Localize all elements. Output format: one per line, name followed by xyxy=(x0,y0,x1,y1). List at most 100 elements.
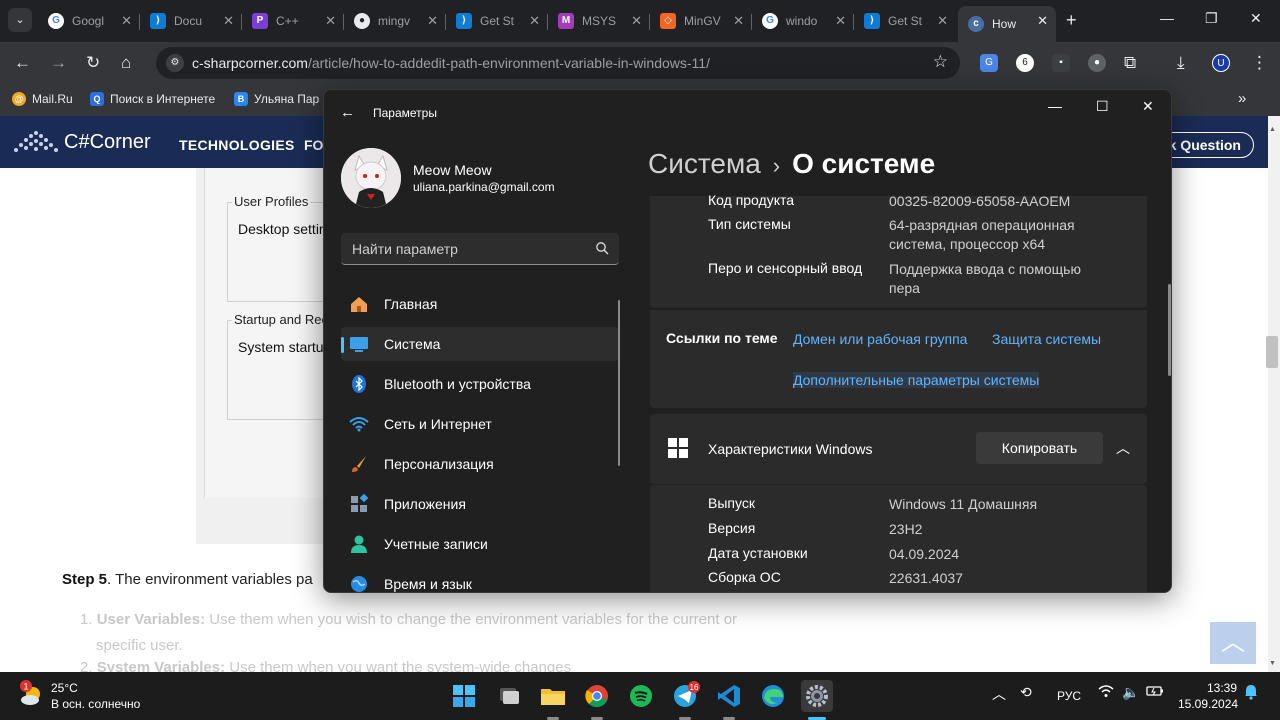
clock-time[interactable]: 13:39 xyxy=(1207,681,1237,695)
battery-icon[interactable] xyxy=(1146,684,1164,701)
link-advanced-system-settings[interactable]: Дополнительные параметры системы xyxy=(793,372,1040,388)
close-icon[interactable]: ✕ xyxy=(1250,10,1262,27)
copy-button[interactable]: Копировать xyxy=(976,432,1103,464)
taskbar-telegram[interactable]: 16 xyxy=(669,680,701,712)
chevron-up-icon[interactable]: ︿ xyxy=(1116,438,1130,458)
nav-item-bluetooth[interactable]: Bluetooth и устройства xyxy=(341,367,619,401)
browser-tab[interactable]: ⟩ Get St ✕ xyxy=(446,6,548,36)
wifi-icon[interactable] xyxy=(1098,684,1114,701)
bookmark-vk[interactable]: В Ульяна Пар xyxy=(234,92,319,106)
translate-extension-icon[interactable]: G xyxy=(980,54,998,72)
site-logo[interactable]: C#Corner xyxy=(10,128,151,156)
spec-value: Windows 11 Домашняя xyxy=(889,496,1038,512)
browser-tab[interactable]: G Googl ✕ xyxy=(38,6,140,36)
tab-close-icon[interactable]: ✕ xyxy=(733,13,744,29)
nav-item-accounts[interactable]: Учетные записи xyxy=(341,527,619,561)
sync-icon[interactable]: ⟲ xyxy=(1020,684,1032,701)
csharpcorner-icon: c xyxy=(968,16,984,32)
tab-close-icon[interactable]: ✕ xyxy=(937,13,948,29)
reload-icon[interactable]: ↻ xyxy=(86,53,100,73)
browser-tab[interactable]: ⟩ Get St ✕ xyxy=(854,6,956,36)
tray-overflow-icon[interactable]: ︿ xyxy=(992,684,1006,704)
site-info-icon[interactable]: ⚙ xyxy=(166,54,184,72)
browser-tab[interactable]: P C++ ✕ xyxy=(242,6,344,36)
nav-technologies[interactable]: TECHNOLOGIES xyxy=(179,137,295,153)
minimize-icon[interactable]: — xyxy=(1048,98,1062,114)
content-scrollbar[interactable] xyxy=(1168,284,1171,376)
tab-close-icon[interactable]: ✕ xyxy=(325,13,336,29)
extension-icon[interactable]: 6 xyxy=(1016,54,1034,72)
user-email: uliana.parkina@gmail.com xyxy=(413,180,555,194)
scroll-down-arrow-icon[interactable]: ▼ xyxy=(1269,660,1276,667)
nav-scrollbar[interactable] xyxy=(618,300,620,466)
taskbar-chrome[interactable] xyxy=(581,680,613,712)
link-domain-workgroup[interactable]: Домен или рабочая группа xyxy=(793,331,967,347)
menu-kebab-icon[interactable]: ⋮ xyxy=(1251,53,1268,73)
taskbar-edge[interactable] xyxy=(757,680,789,712)
browser-tab[interactable]: ⟩ Docu ✕ xyxy=(140,6,242,36)
tab-close-icon[interactable]: ✕ xyxy=(121,13,132,29)
nav-item-home[interactable]: Главная xyxy=(341,287,619,321)
tab-close-icon[interactable]: ✕ xyxy=(529,13,540,29)
browser-tab[interactable]: G windo ✕ xyxy=(752,6,854,36)
page-scrollbar[interactable] xyxy=(1268,116,1280,672)
tab-close-icon[interactable]: ✕ xyxy=(631,13,642,29)
close-icon[interactable]: ✕ xyxy=(1142,98,1154,115)
volume-muted-icon[interactable]: 🔈 xyxy=(1122,684,1139,701)
browser-tab[interactable]: M MSYS ✕ xyxy=(548,6,650,36)
taskbar-settings[interactable] xyxy=(801,680,833,712)
task-view-button[interactable] xyxy=(493,680,525,712)
bookmark-mailru[interactable]: @ Mail.Ru xyxy=(12,92,73,106)
page-scrollbar-thumb[interactable] xyxy=(1266,336,1278,368)
address-bar[interactable]: ⚙ c-sharpcorner.com/article/how-to-added… xyxy=(156,47,960,79)
nav-item-network[interactable]: Сеть и Интернет xyxy=(341,407,619,441)
nav-item-system[interactable]: Система xyxy=(341,327,619,361)
weather-icon[interactable]: 1 xyxy=(18,680,46,708)
taskbar-spotify[interactable] xyxy=(625,680,657,712)
home-icon[interactable]: ⌂ xyxy=(121,53,131,73)
avatar[interactable] xyxy=(341,148,401,208)
nav-item-time-language[interactable]: Время и язык xyxy=(341,567,619,592)
url-text[interactable]: c-sharpcorner.com/article/how-to-addedit… xyxy=(192,55,710,71)
scroll-to-top-button[interactable]: ︿ xyxy=(1210,622,1256,664)
nav-forums[interactable]: FO xyxy=(304,137,323,153)
breadcrumb-parent[interactable]: Система xyxy=(648,148,761,179)
extension-icon[interactable]: ● xyxy=(1088,54,1106,72)
nav-item-apps[interactable]: Приложения xyxy=(341,487,619,521)
scroll-up-arrow-icon[interactable]: ▲ xyxy=(1269,126,1276,133)
taskbar-file-explorer[interactable] xyxy=(537,680,569,712)
start-button[interactable] xyxy=(448,680,480,712)
extensions-puzzle-icon[interactable]: ⧉ xyxy=(1124,53,1136,73)
restore-icon[interactable]: ❐ xyxy=(1205,10,1218,27)
browser-tab[interactable]: ● mingv ✕ xyxy=(344,6,446,36)
notification-bell-icon[interactable] xyxy=(1244,684,1258,703)
input-language[interactable]: РУС xyxy=(1057,689,1081,703)
tab-close-icon[interactable]: ✕ xyxy=(1037,13,1048,29)
browser-tab[interactable]: ◇ MinGV ✕ xyxy=(650,6,752,36)
page-title: О системе xyxy=(792,148,936,179)
bookmark-search[interactable]: Q Поиск в Интернете xyxy=(90,92,215,106)
tab-close-icon[interactable]: ✕ xyxy=(835,13,846,29)
link-system-protection[interactable]: Защита системы xyxy=(992,331,1101,347)
minimize-icon[interactable]: — xyxy=(1160,10,1174,26)
taskbar-vscode[interactable] xyxy=(713,680,745,712)
new-tab-icon[interactable]: + xyxy=(1066,10,1077,31)
download-icon[interactable]: ⤓ xyxy=(1177,53,1185,73)
back-arrow-icon[interactable]: ← xyxy=(340,104,355,121)
spec-value: 00325-82009-65058-AAOEM xyxy=(889,193,1071,209)
github-icon: ● xyxy=(354,13,370,29)
tab-close-icon[interactable]: ✕ xyxy=(427,13,438,29)
tab-search-button[interactable]: ⌄ xyxy=(8,8,32,32)
back-icon[interactable]: ← xyxy=(14,53,31,73)
maximize-icon[interactable]: ☐ xyxy=(1096,98,1109,115)
bookmark-star-icon[interactable]: ☆ xyxy=(933,52,948,72)
bookmarks-overflow-icon[interactable]: » xyxy=(1238,89,1246,109)
settings-search-input[interactable]: Найти параметр xyxy=(341,233,619,265)
forward-icon[interactable]: → xyxy=(50,53,67,73)
profile-avatar-icon[interactable]: U xyxy=(1212,54,1230,72)
extension-icon[interactable]: ▪ xyxy=(1052,54,1070,72)
clock-date[interactable]: 15.09.2024 xyxy=(1178,697,1238,711)
nav-item-personalization[interactable]: Персонализация xyxy=(341,447,619,481)
tab-close-icon[interactable]: ✕ xyxy=(223,13,234,29)
browser-tab-active[interactable]: c How ✕ xyxy=(958,6,1056,42)
